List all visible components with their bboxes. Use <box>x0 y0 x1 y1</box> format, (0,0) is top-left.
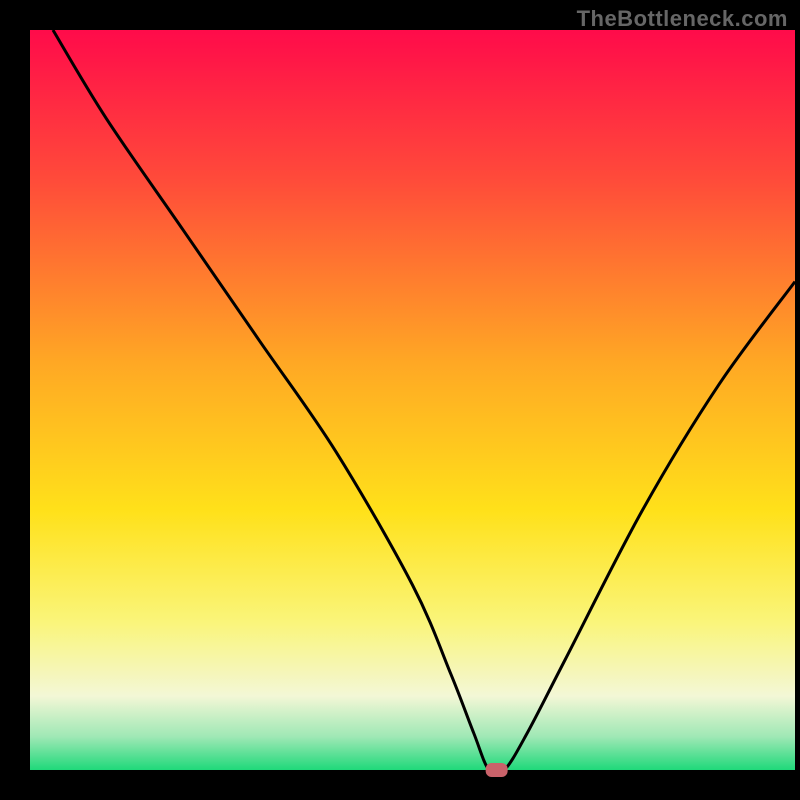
bottleneck-chart <box>0 0 800 800</box>
watermark-text: TheBottleneck.com <box>577 6 788 32</box>
optimal-point-marker <box>486 763 508 777</box>
chart-background <box>30 30 795 770</box>
chart-container: TheBottleneck.com <box>0 0 800 800</box>
